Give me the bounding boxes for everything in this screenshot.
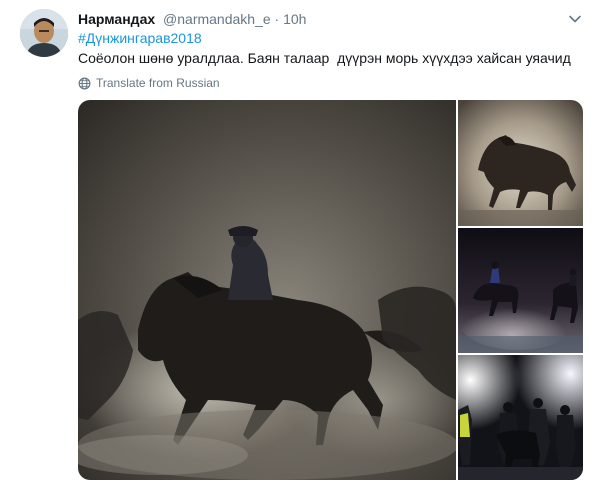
user-avatar-icon (20, 9, 68, 57)
globe-icon (78, 77, 91, 89)
photo-main[interactable] (78, 100, 456, 480)
translate-label: Translate from Russian (96, 76, 220, 90)
translate-link[interactable]: Translate from Russian (78, 75, 220, 91)
photo-thumbnail-1[interactable] (458, 100, 583, 226)
hashtag-link[interactable]: #Дүнжингарав2018 (78, 29, 202, 47)
photo-thumbnail-3[interactable] (458, 355, 583, 480)
display-name[interactable]: Нармандах (78, 11, 155, 27)
timestamp[interactable]: 10h (283, 11, 306, 27)
media-grid (78, 100, 583, 480)
avatar[interactable] (20, 9, 68, 57)
separator-dot: · (274, 11, 280, 27)
photo-thumbnail-2[interactable] (458, 228, 583, 353)
chevron-down-icon[interactable] (568, 12, 582, 26)
tweet-text: Соёолон шөнө уралдлаа. Баян талаар дүүрэ… (78, 50, 571, 66)
user-handle[interactable]: @narmandakh_e (163, 11, 271, 27)
tweet-header: Нармандах @narmandakh_e · 10h (78, 10, 560, 28)
tweet: Нармандах @narmandakh_e · 10h #Дүнжингар… (0, 0, 600, 487)
